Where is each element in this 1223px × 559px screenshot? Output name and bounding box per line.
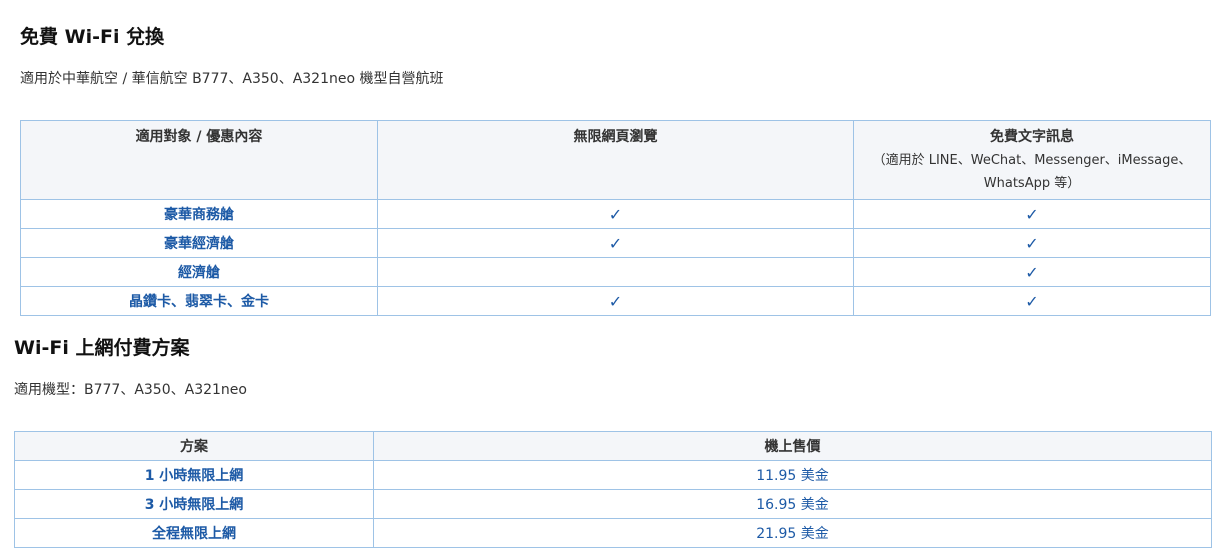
plan-name: 3 小時無限上網 bbox=[14, 489, 374, 519]
check-icon: ✓ bbox=[377, 228, 854, 258]
table-row: 豪華商務艙 ✓ ✓ bbox=[20, 199, 1211, 229]
free-wifi-table: 適用對象 / 優惠內容 無限網頁瀏覽 免費文字訊息 （適用於 LINE、WeCh… bbox=[20, 120, 1211, 316]
header-browsing: 無限網頁瀏覽 bbox=[377, 120, 854, 200]
row-label: 晶鑽卡、翡翠卡、金卡 bbox=[20, 286, 378, 316]
row-label: 經濟艙 bbox=[20, 257, 378, 287]
paid-wifi-table: 方案 機上售價 1 小時無限上網 11.95 美金 3 小時無限上網 16.95… bbox=[14, 431, 1212, 548]
check-icon: ✓ bbox=[853, 228, 1211, 258]
table-row: 豪華經濟艙 ✓ ✓ bbox=[20, 228, 1211, 258]
check-icon: ✓ bbox=[377, 286, 854, 316]
plan-price: 16.95 美金 bbox=[373, 489, 1212, 519]
header-messaging-apps-cont: WhatsApp 等） bbox=[983, 176, 1081, 191]
header-messaging: 免費文字訊息 （適用於 LINE、WeChat、Messenger、iMessa… bbox=[853, 120, 1211, 200]
table-header-row: 適用對象 / 優惠內容 無限網頁瀏覽 免費文字訊息 （適用於 LINE、WeCh… bbox=[20, 120, 1211, 200]
header-messaging-apps: （適用於 LINE、WeChat、Messenger、iMessage、 bbox=[872, 153, 1192, 168]
header-price: 機上售價 bbox=[373, 431, 1212, 461]
check-icon: ✓ bbox=[853, 257, 1211, 287]
row-label: 豪華商務艙 bbox=[20, 199, 378, 229]
paid-wifi-note: 適用機型：B777、A350、A321neo bbox=[14, 382, 247, 398]
table-row: 經濟艙 ✓ bbox=[20, 257, 1211, 287]
row-label: 豪華經濟艙 bbox=[20, 228, 378, 258]
table-row: 3 小時無限上網 16.95 美金 bbox=[14, 489, 1212, 519]
header-messaging-title: 免費文字訊息 bbox=[990, 129, 1074, 145]
table-row: 晶鑽卡、翡翠卡、金卡 ✓ ✓ bbox=[20, 286, 1211, 316]
check-icon: ✓ bbox=[853, 286, 1211, 316]
plan-name: 全程無限上網 bbox=[14, 518, 374, 548]
empty-cell bbox=[377, 257, 854, 287]
table-row: 1 小時無限上網 11.95 美金 bbox=[14, 460, 1212, 490]
plan-price: 21.95 美金 bbox=[373, 518, 1212, 548]
plan-name: 1 小時無限上網 bbox=[14, 460, 374, 490]
header-plan: 方案 bbox=[14, 431, 374, 461]
table-header-row: 方案 機上售價 bbox=[14, 431, 1212, 461]
header-target: 適用對象 / 優惠內容 bbox=[20, 120, 378, 200]
plan-price: 11.95 美金 bbox=[373, 460, 1212, 490]
free-wifi-note: 適用於中華航空 / 華信航空 B777、A350、A321neo 機型自營航班 bbox=[20, 71, 444, 87]
free-wifi-title: 免費 Wi-Fi 兌換 bbox=[20, 26, 165, 48]
paid-wifi-title: Wi-Fi 上網付費方案 bbox=[14, 337, 190, 359]
check-icon: ✓ bbox=[853, 199, 1211, 229]
table-row: 全程無限上網 21.95 美金 bbox=[14, 518, 1212, 548]
check-icon: ✓ bbox=[377, 199, 854, 229]
